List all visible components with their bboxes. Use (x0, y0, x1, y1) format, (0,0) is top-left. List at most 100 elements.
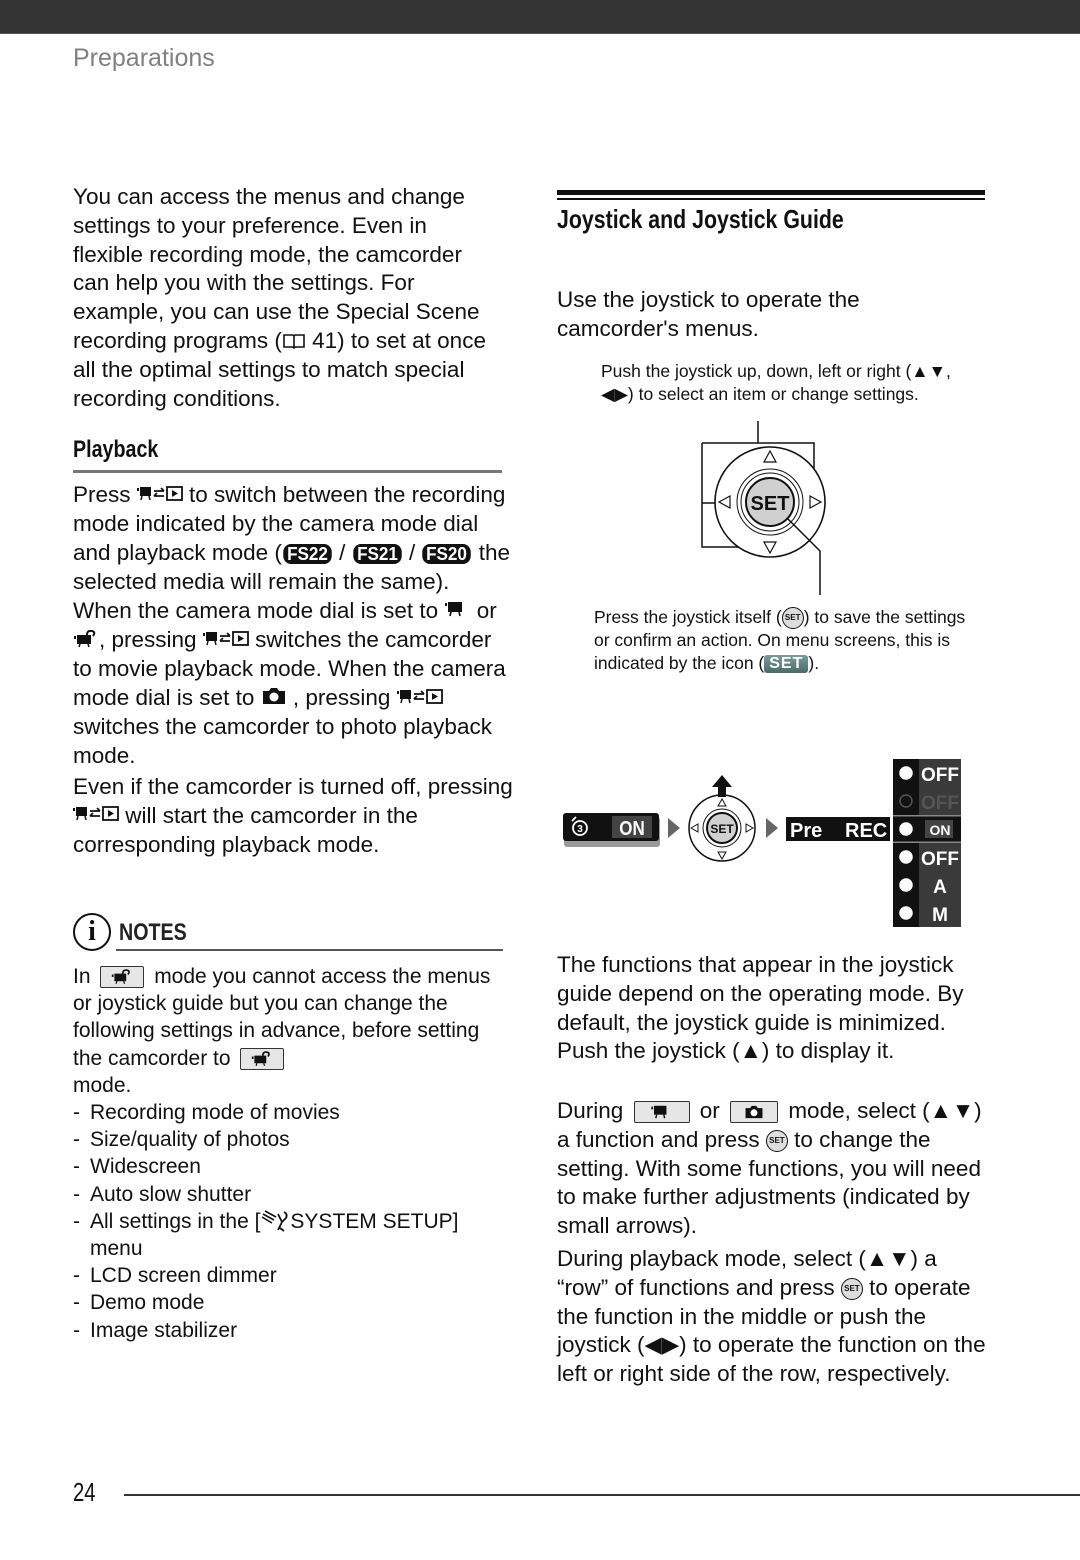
guide-row-value: OFF (921, 849, 959, 870)
text: switches the camcorder to photo playback… (73, 714, 492, 769)
left-right-arrows-icon: ◀▶ (644, 1332, 680, 1358)
flexible-mode-box-icon (240, 1048, 285, 1071)
camera-play-button-icon (136, 482, 183, 511)
list-item: Widescreen (73, 1153, 513, 1180)
exposure-icon (899, 878, 913, 892)
text: Even if the camcorder is turned off, pre… (73, 773, 513, 799)
text: ) to display it. (761, 1038, 895, 1064)
separator: / (402, 540, 422, 566)
list-item: All settings in the [ SYSTEM SETUP] menu (73, 1208, 513, 1262)
text: In (73, 965, 97, 988)
text: During playback mode, select ( (557, 1246, 866, 1271)
notes-label: NOTES (119, 919, 202, 947)
minimized-guide-value: ON (619, 817, 644, 840)
guide-panel: OFF OFF ON OFF AM (893, 759, 961, 927)
camera-play-button-icon (73, 802, 119, 831)
text: or (693, 1098, 727, 1123)
text: All settings in the [ (90, 1209, 261, 1233)
guide-row-value: A (933, 877, 947, 898)
joystick-callout-push: Push the joystick up, down, left or righ… (601, 360, 981, 405)
guide-row-value: OFF (921, 765, 959, 786)
guide-paragraph-2: During or mode, select (▲▼) a function a… (557, 1097, 989, 1241)
backlight-icon (899, 850, 913, 864)
text: Press the joystick itself ( (594, 607, 782, 627)
guide-row-divider (893, 841, 961, 843)
up-arrow-icon: ▲ (739, 1038, 762, 1064)
page-number: 24 (73, 1477, 96, 1507)
guide-row-value: OFF (921, 793, 959, 814)
joystick-heading: Joystick and Joystick Guide (557, 204, 907, 235)
movie-mode-icon (444, 597, 470, 626)
joystick-callout-press: Press the joystick itself (SET) to save … (594, 606, 974, 674)
text: or (470, 597, 497, 623)
playback-paragraph-2: Even if the camcorder is turned off, pre… (73, 773, 513, 860)
heading-rule-thick (557, 190, 985, 195)
heading-rule-thin (557, 198, 985, 200)
guide-paragraph-1: The functions that appear in the joystic… (557, 951, 989, 1066)
guide-row-value: ON (930, 822, 951, 838)
up-down-arrows-icon: ▲▼ (865, 1246, 911, 1271)
photo-mode-icon (261, 685, 287, 714)
text: will start the camcorder in the correspo… (73, 802, 418, 857)
set-button-icon: SET (840, 1277, 863, 1300)
effect-icon (899, 766, 913, 780)
set-button-label: SET (751, 493, 790, 515)
svg-text:REC: REC (845, 820, 887, 842)
joystick-intro: Use the joystick to operate the camcorde… (557, 287, 860, 341)
notes-rule (116, 949, 503, 951)
svg-text:Pre: Pre (790, 820, 822, 842)
flexible-mode-icon (73, 627, 99, 656)
notes-label-text: NOTES (119, 919, 187, 946)
text: , pressing (99, 626, 203, 652)
up-down-arrows-icon: ▲▼ (929, 1098, 975, 1123)
camera-play-button-icon (202, 627, 249, 656)
playback-body: Press to switch between the recording mo… (73, 481, 513, 860)
svg-text:3: 3 (577, 824, 583, 835)
text: Push the joystick up, down, left or righ… (601, 361, 912, 381)
book-icon (283, 334, 305, 350)
model-badge-fs22: FS22 (283, 544, 332, 565)
set-key-icon: SET (764, 655, 809, 674)
set-button-icon: SET (765, 1129, 788, 1152)
footer-rule (124, 1494, 1080, 1496)
text: ). (808, 652, 820, 673)
text: SYSTEM SETUP] (290, 1209, 459, 1233)
small-joystick-icon: SET (688, 775, 756, 862)
text: mode, select ( (782, 1098, 930, 1123)
flexible-mode-box-icon (100, 966, 145, 989)
text: During (557, 1098, 630, 1123)
svg-text:SET: SET (710, 822, 734, 836)
joystick-diagram: SET (690, 415, 830, 605)
photo-mode-box-icon (730, 1101, 779, 1124)
set-button-icon: SET (781, 607, 804, 630)
left-right-arrows-icon: ◀▶ (601, 383, 628, 404)
playback-paragraph-1: Press to switch between the recording mo… (73, 481, 513, 771)
push-up-arrow-icon (712, 775, 732, 797)
movie-mode-box-icon (633, 1101, 690, 1124)
notes-paragraph: In mode you cannot access the menus or j… (73, 963, 513, 1099)
arrow-right-icon (766, 818, 778, 838)
list-item: Image stabilizer (73, 1317, 513, 1344)
joystick-heading-text: Joystick and Joystick Guide (557, 204, 844, 234)
text: ) to select an item or change settings. (627, 383, 919, 404)
prerec-icon (899, 822, 913, 836)
playback-heading-text: Playback (73, 436, 159, 463)
list-item: Recording mode of movies (73, 1099, 513, 1126)
info-icon: i (73, 913, 111, 951)
separator: / (332, 540, 352, 566)
model-badge-fs21: FS21 (352, 544, 402, 565)
wrench-setup-icon (262, 1210, 288, 1232)
playback-heading: Playback (73, 436, 177, 464)
text: menu (90, 1237, 143, 1261)
list-item: Demo mode (73, 1289, 513, 1316)
focus-icon (899, 906, 913, 920)
intro-paragraph: You can access the menus and change sett… (73, 183, 503, 413)
joystick-guide-diagram: 3 ON SET Pre REC OFF OFF ON OFF A M (560, 755, 970, 935)
text: , pressing (286, 685, 397, 711)
guide-paragraph-3: During playback mode, select (▲▼) a “row… (557, 1245, 989, 1389)
camera-play-button-icon (396, 685, 443, 714)
intro-ref-page[interactable]: 41 (312, 328, 337, 353)
list-item: Auto slow shutter (73, 1181, 513, 1208)
notes-list: Recording mode of movies Size/quality of… (73, 1099, 513, 1344)
top-bar (0, 0, 1080, 34)
